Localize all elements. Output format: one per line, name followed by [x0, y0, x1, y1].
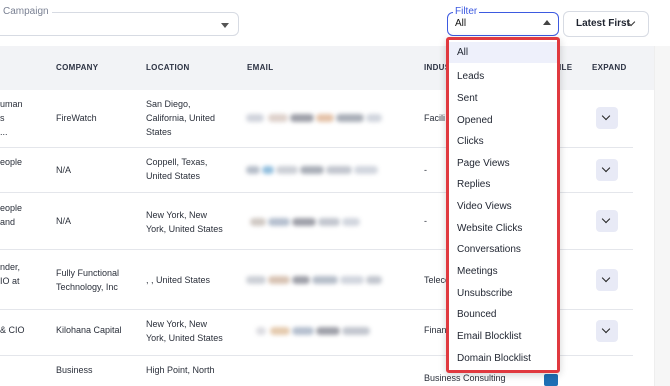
- industry-cell: Finan: [424, 325, 447, 335]
- expand-button[interactable]: [596, 107, 618, 129]
- location-cell: New York, New York, United States: [146, 210, 223, 234]
- linkedin-icon[interactable]: [544, 374, 558, 386]
- header-company: COMPANY: [56, 63, 99, 72]
- header-email: EMAIL: [247, 63, 274, 72]
- scrollbar[interactable]: [654, 46, 670, 386]
- filter-option-website-clicks[interactable]: Website Clicks: [457, 223, 522, 234]
- header-profile: ILE: [559, 63, 573, 72]
- filter-option-all[interactable]: All: [449, 42, 557, 63]
- company-cell: Kilohana Capital: [56, 325, 122, 335]
- chevron-down-icon: [601, 163, 611, 173]
- filter-option-video-views[interactable]: Video Views: [457, 201, 512, 212]
- expand-button[interactable]: [596, 210, 618, 232]
- expand-button[interactable]: [596, 269, 618, 291]
- company-cell: N/A: [56, 216, 72, 226]
- filter-option-email-blocklist[interactable]: Email Blocklist: [457, 331, 521, 342]
- industry-cell: Facili: [424, 113, 446, 123]
- filter-option-page-views[interactable]: Page Views: [457, 158, 510, 169]
- location-cell: New York, New York, United States: [146, 319, 223, 343]
- header-expand: EXPAND: [592, 63, 627, 72]
- filter-option-replies[interactable]: Replies: [457, 179, 490, 190]
- filter-option-meetings[interactable]: Meetings: [457, 266, 498, 277]
- title-cell: & CIO: [0, 325, 25, 335]
- location-cell: San Diego, California, United States: [146, 99, 216, 137]
- company-cell: FireWatch: [56, 113, 97, 123]
- location-cell: , , United States: [146, 275, 211, 285]
- sort-label: Latest First: [576, 18, 630, 29]
- location-cell: Coppell, Texas, United States: [146, 157, 208, 181]
- caret-up-icon: [543, 20, 551, 25]
- company-cell: Fully Functional Technology, Inc: [56, 268, 120, 292]
- filter-option-unsubscribe[interactable]: Unsubscribe: [457, 288, 513, 299]
- filter-option-conversations[interactable]: Conversations: [457, 244, 521, 255]
- filter-option-opened[interactable]: Opened: [457, 115, 493, 126]
- company-cell: N/A: [56, 165, 72, 175]
- expand-button[interactable]: [596, 159, 618, 181]
- header-location: LOCATION: [146, 63, 190, 72]
- company-cell: Business: [56, 365, 93, 375]
- industry-cell: -: [424, 216, 427, 226]
- title-cell: eople and: [0, 203, 23, 227]
- chevron-down-icon: [601, 111, 611, 121]
- filter-option-leads[interactable]: Leads: [457, 71, 484, 82]
- title-cell: eople: [0, 157, 23, 167]
- campaign-label: Campaign: [0, 6, 52, 17]
- filter-option-clicks[interactable]: Clicks: [457, 136, 484, 147]
- caret-down-icon: [221, 23, 229, 28]
- filter-option-domain-blocklist[interactable]: Domain Blocklist: [457, 353, 531, 364]
- title-cell: nder, IO at: [0, 262, 21, 286]
- chevron-down-icon: [601, 273, 611, 283]
- filter-dropdown-menu: All Leads Sent Opened Clicks Page Views …: [446, 37, 560, 373]
- expand-button[interactable]: [596, 320, 618, 342]
- chevron-down-icon: [601, 214, 611, 224]
- filter-option-bounced[interactable]: Bounced: [457, 309, 496, 320]
- location-cell: High Point, North: [146, 365, 215, 375]
- filter-label: Filter: [453, 6, 480, 17]
- title-cell: uman s ...: [0, 99, 23, 137]
- industry-cell: Business Consulting: [424, 373, 506, 383]
- filter-value: All: [455, 18, 467, 29]
- filter-option-sent[interactable]: Sent: [457, 93, 478, 104]
- chevron-down-icon: [601, 324, 611, 334]
- industry-cell: -: [424, 165, 427, 175]
